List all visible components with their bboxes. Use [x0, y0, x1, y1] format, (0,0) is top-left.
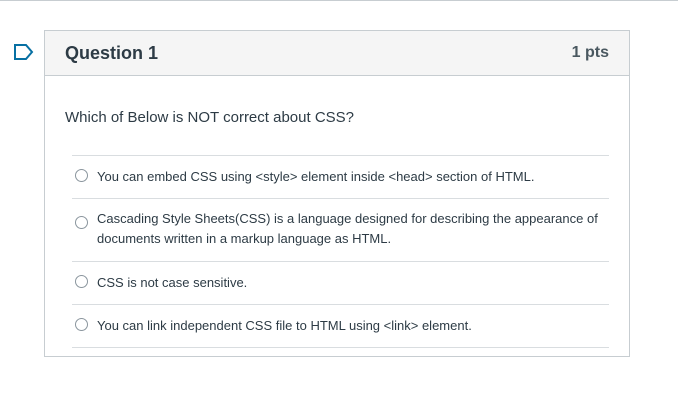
top-divider — [0, 0, 678, 1]
answer-label: You can embed CSS using <style> element … — [97, 169, 535, 184]
question-body: Which of Below is NOT correct about CSS?… — [45, 76, 629, 348]
flag-icon — [14, 44, 34, 60]
answer-list: You can embed CSS using <style> element … — [72, 155, 609, 348]
flag-question-button[interactable] — [13, 43, 35, 61]
question-points: 1 pts — [571, 44, 609, 61]
question-card: Question 1 1 pts Which of Below is NOT c… — [44, 30, 630, 357]
question-title: Question 1 — [65, 42, 159, 63]
answer-option-2[interactable]: Cascading Style Sheets(CSS) is a languag… — [72, 199, 609, 262]
answer-label: Cascading Style Sheets(CSS) is a languag… — [97, 211, 598, 246]
radio-icon[interactable] — [75, 216, 88, 229]
answer-label: You can link independent CSS file to HTM… — [97, 318, 472, 333]
radio-icon[interactable] — [75, 169, 88, 182]
question-text: Which of Below is NOT correct about CSS? — [65, 109, 354, 126]
answer-label: CSS is not case sensitive. — [97, 275, 248, 290]
answer-option-3[interactable]: CSS is not case sensitive. — [72, 262, 609, 305]
answer-option-1[interactable]: You can embed CSS using <style> element … — [72, 156, 609, 199]
radio-icon[interactable] — [75, 275, 88, 288]
radio-icon[interactable] — [75, 318, 88, 331]
answer-option-4[interactable]: You can link independent CSS file to HTM… — [72, 305, 609, 348]
question-header: Question 1 1 pts — [45, 31, 629, 76]
